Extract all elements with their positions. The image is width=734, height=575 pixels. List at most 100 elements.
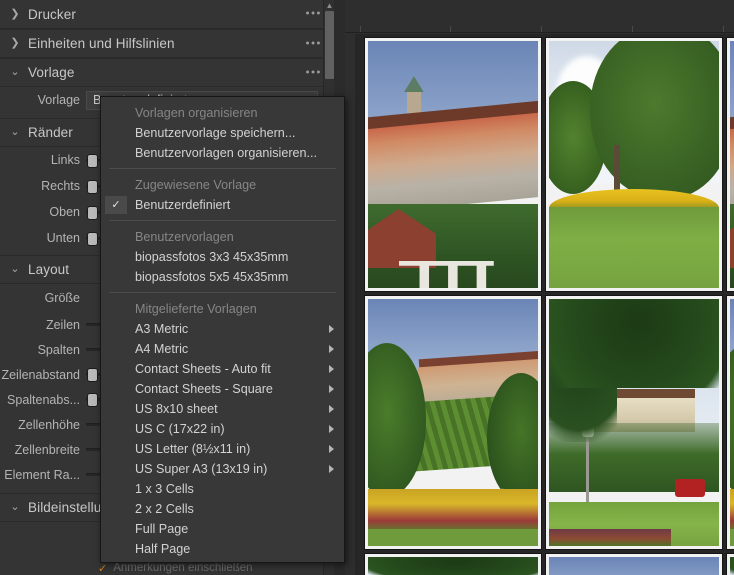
canopy-shape (730, 557, 734, 575)
photo-park-canopy-view[interactable] (549, 299, 719, 546)
include-annotations-option[interactable]: ✓ Anmerkungen einschließen (98, 561, 338, 575)
section-options-icon[interactable]: ••• (306, 67, 322, 78)
ruler-tick (541, 26, 542, 32)
section-header-einheiten[interactable]: ❯ Einheiten und Hilfslinien ••• (0, 29, 334, 58)
print-cell[interactable] (546, 38, 722, 291)
menu-item-benutzervorlage-speichern[interactable]: Benutzervorlage speichern... (101, 123, 344, 143)
print-cell[interactable] (727, 38, 734, 291)
menu-item-label: biopassfotos 5x5 45x35mm (135, 270, 289, 284)
include-annotations-label: Anmerkungen einschließen (113, 562, 253, 574)
print-preview-area[interactable] (345, 0, 734, 575)
print-cell[interactable] (727, 554, 734, 575)
submenu-arrow-icon[interactable] (329, 325, 334, 333)
menu-item-label: Benutzerdefiniert (135, 198, 231, 212)
photo-building-on-hill[interactable] (549, 557, 719, 575)
photo-park-lawn-trees[interactable] (549, 41, 719, 288)
chevron-down-icon[interactable]: ⌄ (7, 65, 23, 81)
submenu-arrow-icon[interactable] (329, 465, 334, 473)
checkmark-icon: ✓ (105, 196, 127, 214)
submenu-arrow-icon[interactable] (329, 425, 334, 433)
margin-label: Unten (46, 231, 80, 245)
menu-item-label: Contact Sheets - Square (135, 382, 273, 396)
chevron-down-icon[interactable]: ⌄ (7, 125, 23, 141)
chevron-down-icon[interactable]: ⌄ (7, 500, 23, 516)
menu-item-label: Benutzervorlage speichern... (135, 126, 296, 140)
print-cell[interactable] (365, 554, 541, 575)
menu-group-header-mitgelieferte-vorlagen: Mitgelieferte Vorlagen (135, 301, 257, 316)
print-cell[interactable] (365, 296, 541, 549)
slider-knob[interactable] (88, 180, 97, 193)
sky-region (549, 557, 719, 575)
menu-item-label: US Letter (8½x11 in) (135, 442, 251, 456)
menu-item-us-letter[interactable]: US Letter (8½x11 in) (101, 439, 344, 459)
menu-item-us-c[interactable]: US C (17x22 in) (101, 419, 344, 439)
layout-label: Zeilen (45, 317, 80, 332)
section-title: Layout (28, 262, 70, 277)
lawn-shape (549, 206, 719, 288)
menu-item-label: Full Page (135, 522, 189, 536)
chevron-right-icon[interactable]: ❯ (7, 36, 23, 52)
ruler-top (345, 0, 734, 33)
flower-bed-shape (549, 528, 672, 546)
submenu-arrow-icon[interactable] (329, 365, 334, 373)
layout-label: Zeilenabstand (1, 367, 80, 382)
ruler-tick (723, 26, 724, 32)
layout-label: Spalten (37, 342, 80, 357)
ruler-tick (632, 26, 633, 32)
section-options-icon[interactable]: ••• (306, 8, 322, 20)
menu-item-biopassfotos-3x3[interactable]: biopassfotos 3x3 45x35mm (101, 247, 344, 267)
menu-item-us-8x10-sheet[interactable]: US 8x10 sheet (101, 399, 344, 419)
menu-item-1x3-cells[interactable]: 1 x 3 Cells (101, 479, 344, 499)
menu-item-2x2-cells[interactable]: 2 x 2 Cells (101, 499, 344, 519)
chevron-right-icon[interactable]: ❯ (7, 6, 23, 22)
submenu-arrow-icon[interactable] (329, 385, 334, 393)
menu-item-half-page[interactable]: Half Page (101, 539, 344, 559)
menu-item-benutzervorlagen-organisieren[interactable]: Benutzervorlagen organisieren... (101, 143, 344, 163)
menu-item-a4-metric[interactable]: A4 Metric (101, 339, 344, 359)
print-page-sheet[interactable] (355, 34, 734, 575)
menu-item-a3-metric[interactable]: A3 Metric (101, 319, 344, 339)
section-title: Einheiten und Hilfslinien (28, 36, 175, 51)
slider-knob[interactable] (88, 369, 97, 381)
photo-building-on-hill[interactable] (730, 41, 734, 288)
template-dropdown-menu[interactable]: Vorlagen organisieren Benutzervorlage sp… (100, 96, 345, 563)
canopy-shape (549, 299, 719, 388)
photo-building-on-hill[interactable] (368, 41, 538, 288)
submenu-arrow-icon[interactable] (329, 405, 334, 413)
submenu-arrow-icon[interactable] (329, 445, 334, 453)
template-label: Vorlage (37, 93, 80, 107)
scrollbar-thumb[interactable] (325, 11, 334, 79)
lamp-post-shape (581, 424, 594, 512)
building-shape (368, 112, 538, 214)
print-cell[interactable] (546, 554, 722, 575)
slider-knob[interactable] (88, 394, 97, 406)
chevron-down-icon[interactable]: ⌄ (7, 262, 23, 278)
section-header-vorlage[interactable]: ⌄ Vorlage ••• (0, 58, 334, 87)
menu-item-full-page[interactable]: Full Page (101, 519, 344, 539)
print-cell[interactable] (727, 296, 734, 549)
menu-separator (109, 292, 336, 293)
print-cell[interactable] (365, 38, 541, 291)
photo-hillside-garden[interactable] (368, 299, 538, 546)
menu-item-us-super-a3[interactable]: US Super A3 (13x19 in) (101, 459, 344, 479)
print-cell[interactable] (546, 296, 722, 549)
flower-bed-shape (368, 489, 538, 532)
scroll-up-arrow-icon[interactable]: ▲ (325, 1, 334, 10)
section-options-icon[interactable]: ••• (306, 38, 322, 49)
slider-knob[interactable] (88, 206, 97, 219)
menu-group-header-benutzervorlagen: Benutzervorlagen (135, 229, 234, 244)
slider-knob[interactable] (88, 232, 97, 245)
menu-item-benutzerdefiniert[interactable]: ✓ Benutzerdefiniert (101, 195, 344, 215)
menu-item-biopassfotos-5x5[interactable]: biopassfotos 5x5 45x35mm (101, 267, 344, 287)
photo-park-canopy-view[interactable] (730, 557, 734, 575)
menu-item-label: Benutzervorlagen organisieren... (135, 146, 318, 160)
menu-item-contact-sheets-auto-fit[interactable]: Contact Sheets - Auto fit (101, 359, 344, 379)
photo-hillside-garden[interactable] (730, 299, 734, 546)
section-header-drucker[interactable]: ❯ Drucker ••• (0, 0, 334, 29)
submenu-arrow-icon[interactable] (329, 345, 334, 353)
menu-item-contact-sheets-square[interactable]: Contact Sheets - Square (101, 379, 344, 399)
print-module-window: ❯ Drucker ••• ❯ Einheiten und Hilfslinie… (0, 0, 734, 575)
slider-knob[interactable] (88, 154, 97, 167)
size-label: Größe (44, 291, 80, 305)
photo-park-canopy-view[interactable] (368, 557, 538, 575)
